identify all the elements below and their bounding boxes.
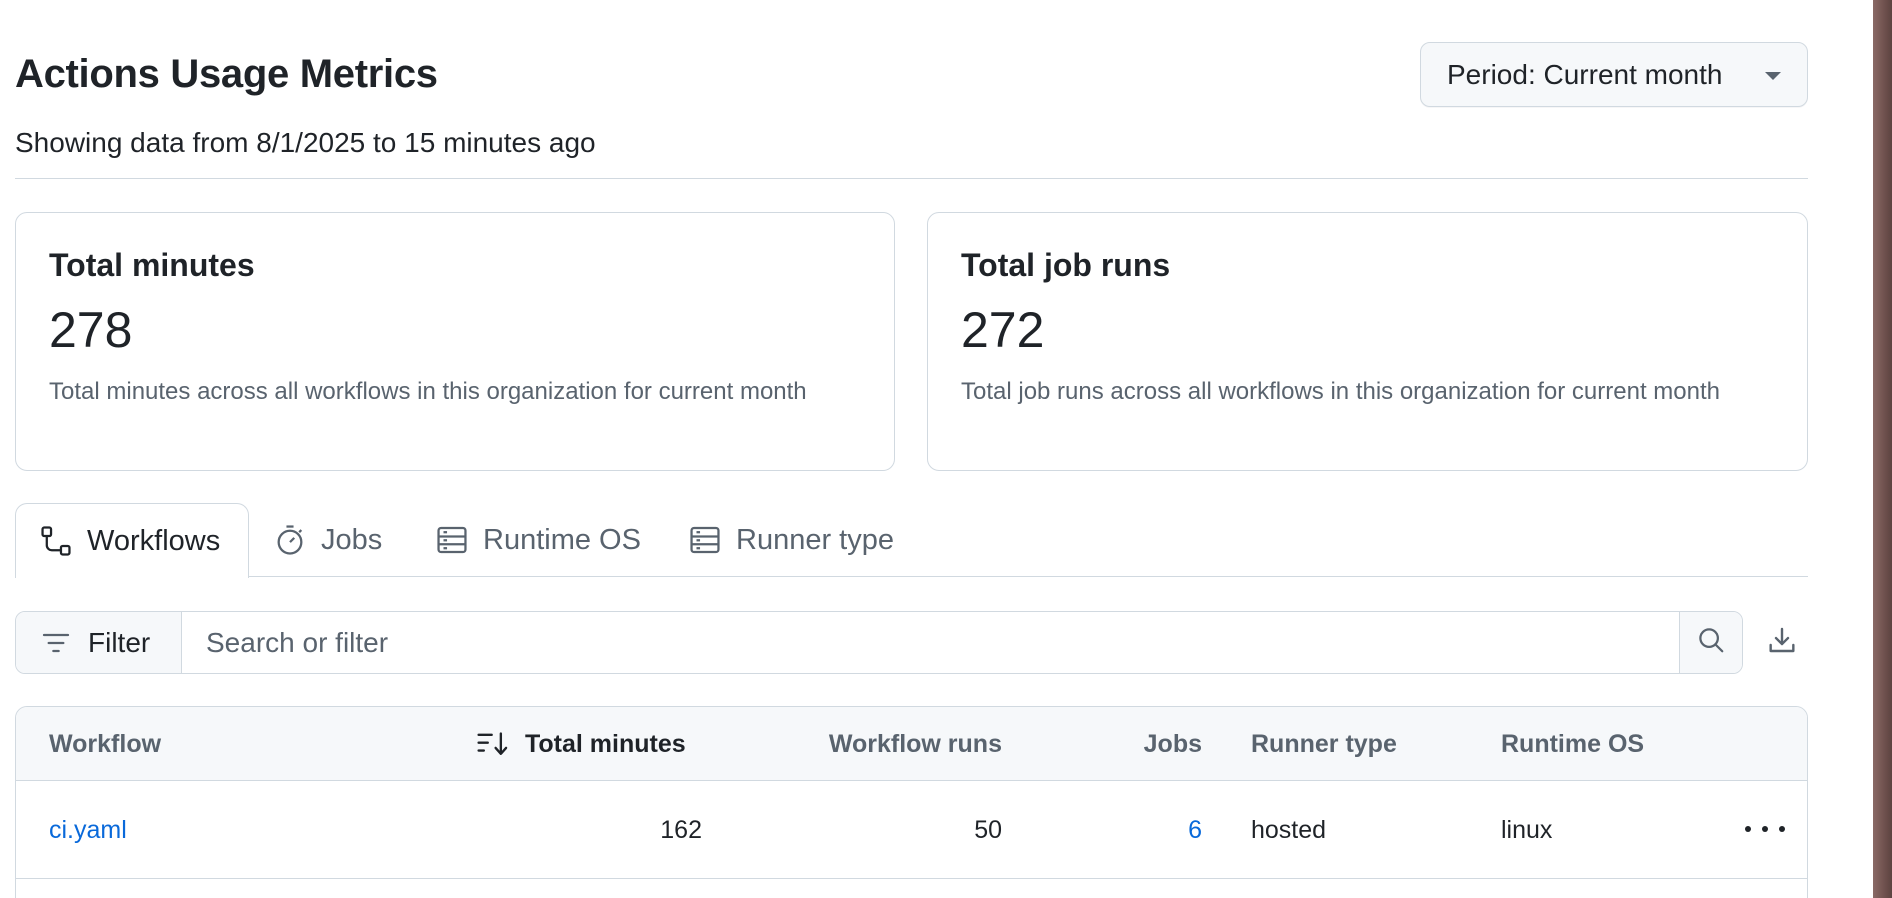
- row-actions-button[interactable]: [1745, 813, 1785, 845]
- total-job-runs-card: Total job runs 272 Total job runs across…: [927, 212, 1808, 471]
- tab-label: Runtime OS: [483, 523, 641, 556]
- kebab-dot: [1762, 826, 1768, 832]
- search-input[interactable]: [182, 612, 1678, 673]
- metrics-tabs: Workflows Jobs Runtime OS Runner type: [15, 503, 1808, 578]
- download-icon: [1766, 625, 1798, 662]
- runner-type-cell: hosted: [1251, 815, 1327, 844]
- tab-runner-type[interactable]: Runner type: [688, 503, 894, 577]
- server-icon: [688, 523, 722, 557]
- jobs-link[interactable]: 6: [1116, 781, 1202, 879]
- runtime-os-cell: linux: [1501, 815, 1553, 844]
- card-title: Total job runs: [961, 247, 1171, 283]
- filter-icon: [40, 627, 72, 659]
- filter-label: Filter: [88, 626, 151, 658]
- page-title: Actions Usage Metrics: [15, 52, 438, 96]
- kebab-dot: [1779, 826, 1785, 832]
- column-header-runtime-os[interactable]: Runtime OS: [1501, 707, 1644, 781]
- workflow-link[interactable]: ci.yaml: [49, 781, 127, 879]
- column-label: Total minutes: [525, 729, 686, 758]
- tab-jobs[interactable]: Jobs: [273, 503, 382, 577]
- period-dropdown-button[interactable]: Period: Current month: [1420, 42, 1808, 107]
- header-divider: [15, 178, 1808, 179]
- workflow-icon: [39, 524, 73, 558]
- window-edge: [1873, 0, 1892, 898]
- total-minutes-card: Total minutes 278 Total minutes across a…: [15, 212, 895, 471]
- card-value: 272: [961, 302, 1045, 358]
- column-header-workflow-runs[interactable]: Workflow runs: [816, 707, 1002, 781]
- total-minutes-cell: 162: [660, 815, 702, 844]
- tab-label: Runner type: [736, 523, 894, 556]
- filter-bar: Filter: [15, 611, 1743, 674]
- table-row: ci.yaml 162 50 6 hosted linux: [16, 781, 1807, 879]
- column-header-workflow[interactable]: Workflow: [49, 707, 161, 781]
- workflows-table: Workflow Total minutes Workflow runs Job…: [15, 706, 1808, 898]
- column-header-total-minutes[interactable]: Total minutes: [476, 707, 686, 781]
- period-label: Period: Current month: [1447, 58, 1723, 90]
- search-icon: [1696, 625, 1726, 660]
- tab-label: Jobs: [321, 523, 383, 556]
- card-title: Total minutes: [49, 247, 255, 283]
- card-value: 278: [49, 302, 133, 358]
- tab-workflows[interactable]: Workflows: [15, 503, 249, 578]
- search-button[interactable]: [1679, 612, 1742, 673]
- date-range-text: Showing data from 8/1/2025 to 15 minutes…: [15, 127, 596, 158]
- table-header: Workflow Total minutes Workflow runs Job…: [16, 707, 1807, 781]
- tab-runtime-os[interactable]: Runtime OS: [435, 503, 641, 577]
- kebab-dot: [1745, 826, 1751, 832]
- sort-descending-icon: [476, 729, 510, 759]
- card-description: Total job runs across all workflows in t…: [961, 378, 1720, 405]
- column-header-runner-type[interactable]: Runner type: [1251, 707, 1397, 781]
- caret-down-icon: [1765, 72, 1781, 80]
- card-description: Total minutes across all workflows in th…: [49, 378, 807, 405]
- server-icon: [435, 523, 469, 557]
- workflow-runs-cell: 50: [974, 815, 1002, 844]
- download-button[interactable]: [1761, 622, 1803, 664]
- column-header-jobs[interactable]: Jobs: [1106, 707, 1202, 781]
- stopwatch-icon: [273, 523, 307, 557]
- tab-label: Workflows: [87, 524, 221, 557]
- filter-button[interactable]: Filter: [16, 612, 182, 673]
